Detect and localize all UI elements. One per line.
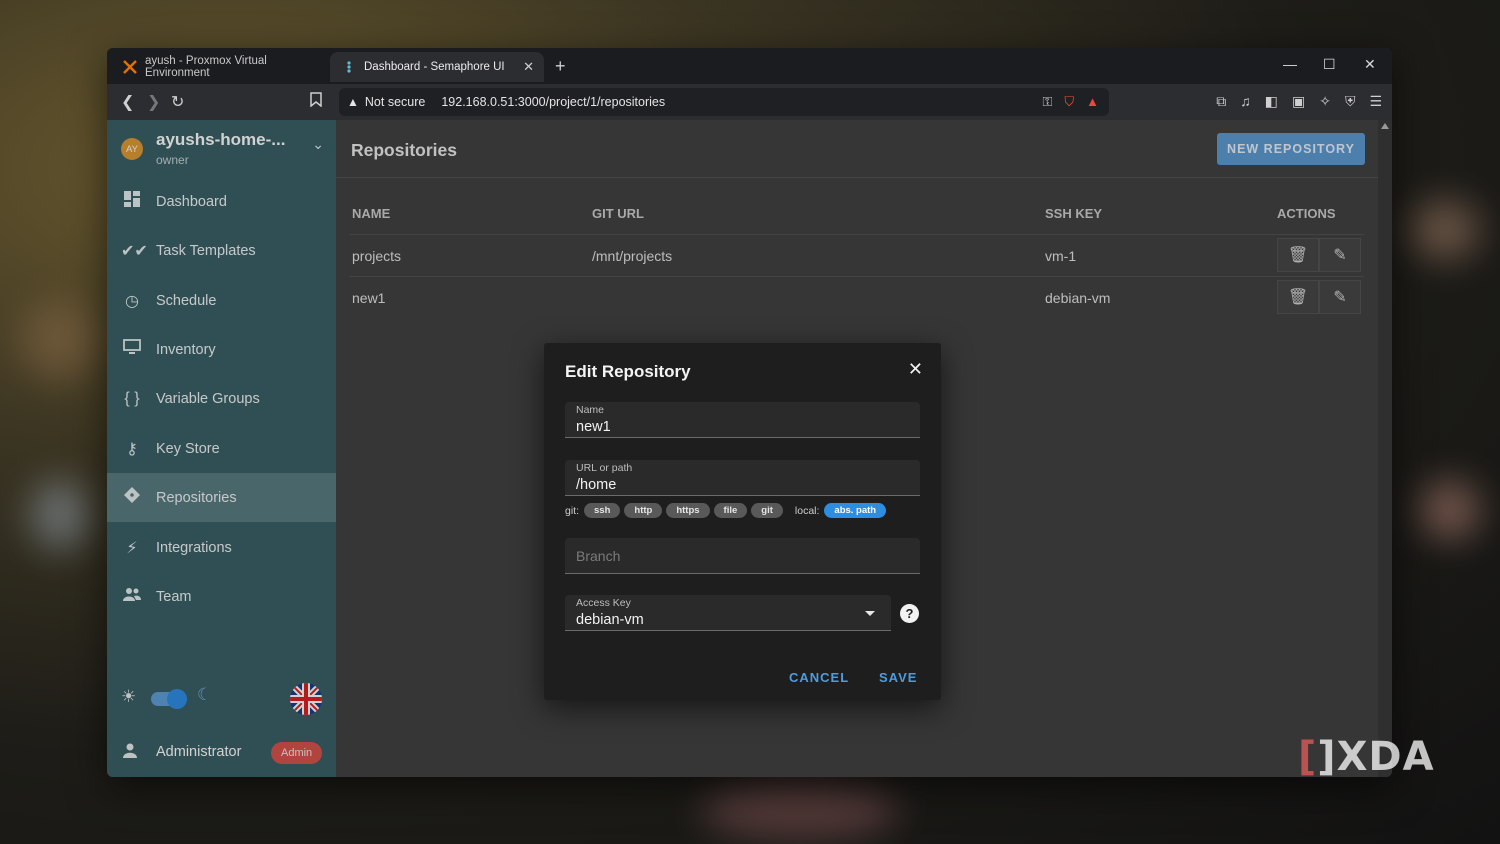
url-text[interactable]: 192.168.0.51:3000/project/1/repositories (441, 95, 665, 109)
menu-icon[interactable]: ☰ (1369, 93, 1382, 110)
close-icon[interactable]: ✕ (908, 359, 923, 380)
new-tab-button[interactable]: + (555, 56, 566, 77)
vpn-icon[interactable]: ⛨ (1345, 93, 1356, 110)
semaphore-app: AY ayushs-home-... owner ⌄ Dashboard ✔✔ … (107, 120, 1392, 777)
cancel-button[interactable]: CANCEL (789, 670, 849, 685)
chip-file[interactable]: file (713, 503, 748, 518)
branch-placeholder[interactable]: Branch (576, 548, 620, 564)
back-icon[interactable]: ❮ (121, 92, 134, 112)
bg-blob (30, 480, 90, 550)
local-prefix: local: (794, 504, 820, 517)
tab-bar: ayush - Proxmox Virtual Environment Dash… (107, 48, 1392, 84)
bg-blob (20, 300, 100, 380)
rewards-icon[interactable]: ▲ (1086, 94, 1099, 110)
url-type-chips: git: ssh http https file git local: abs.… (565, 503, 890, 518)
xda-watermark-logo: []XDA (1298, 734, 1435, 780)
tab-proxmox[interactable]: ayush - Proxmox Virtual Environment (111, 52, 331, 82)
close-tab-icon[interactable]: ✕ (523, 59, 534, 75)
key-icon[interactable]: ⚿ (1042, 94, 1052, 110)
bg-blob (1420, 480, 1480, 540)
access-key-label: Access Key (576, 597, 631, 609)
name-value[interactable]: new1 (576, 419, 611, 435)
edit-repository-dialog: Edit Repository ✕ Name new1 URL or path … (544, 343, 941, 700)
warning-icon: ▲ (347, 95, 359, 109)
forward-icon[interactable]: ❯ (147, 92, 160, 112)
bookmark-icon[interactable] (310, 92, 322, 112)
chip-git[interactable]: git (751, 503, 783, 518)
minimize-icon[interactable]: — (1283, 56, 1297, 72)
bg-blob (1410, 200, 1480, 260)
url-label: URL or path (576, 462, 633, 474)
screenshot-icon[interactable]: ⧉ (1216, 93, 1226, 110)
name-field[interactable]: Name new1 (565, 402, 920, 438)
chip-http[interactable]: http (624, 503, 663, 518)
chip-ssh[interactable]: ssh (584, 503, 621, 518)
url-field[interactable]: URL or path /home (565, 460, 920, 496)
name-label: Name (576, 404, 605, 416)
brave-shield-icon[interactable]: ⛉ (1064, 94, 1074, 110)
dropdown-arrow-icon[interactable] (865, 611, 875, 616)
chip-abs-path[interactable]: abs. path (824, 503, 887, 518)
tab-title: ayush - Proxmox Virtual Environment (145, 55, 267, 79)
semaphore-icon (342, 60, 356, 74)
save-button[interactable]: SAVE (879, 670, 917, 685)
url-bar[interactable]: ▲ Not secure 192.168.0.51:3000/project/1… (339, 88, 1109, 116)
leo-icon[interactable]: ✧ (1319, 93, 1331, 110)
help-icon[interactable]: ? (900, 604, 919, 623)
wallet-icon[interactable]: ▣ (1292, 93, 1305, 110)
dialog-title: Edit Repository (565, 362, 691, 381)
sidebar-toggle-icon[interactable]: ◧ (1265, 93, 1278, 110)
git-prefix: git: (565, 504, 580, 517)
branch-field[interactable]: Branch (565, 538, 920, 574)
media-icon[interactable]: ♫ (1240, 93, 1251, 110)
browser-window: ayush - Proxmox Virtual Environment Dash… (107, 48, 1392, 777)
tab-semaphore[interactable]: Dashboard - Semaphore UI ✕ (330, 52, 544, 82)
maximize-icon[interactable]: ☐ (1323, 56, 1336, 73)
url-value[interactable]: /home (576, 477, 616, 493)
access-key-select[interactable]: Access Key debian-vm (565, 595, 891, 631)
reload-icon[interactable]: ↻ (171, 92, 184, 112)
tab-title: Dashboard - Semaphore UI (364, 61, 505, 73)
close-window-icon[interactable]: ✕ (1364, 56, 1376, 73)
proxmox-icon (123, 60, 137, 74)
address-bar-row: ❮ ❯ ↻ ▲ Not secure 192.168.0.51:3000/pro… (107, 84, 1392, 120)
access-key-value[interactable]: debian-vm (576, 612, 644, 628)
security-label[interactable]: Not secure (365, 95, 425, 109)
bg-blob (700, 780, 900, 840)
chip-https[interactable]: https (666, 503, 710, 518)
